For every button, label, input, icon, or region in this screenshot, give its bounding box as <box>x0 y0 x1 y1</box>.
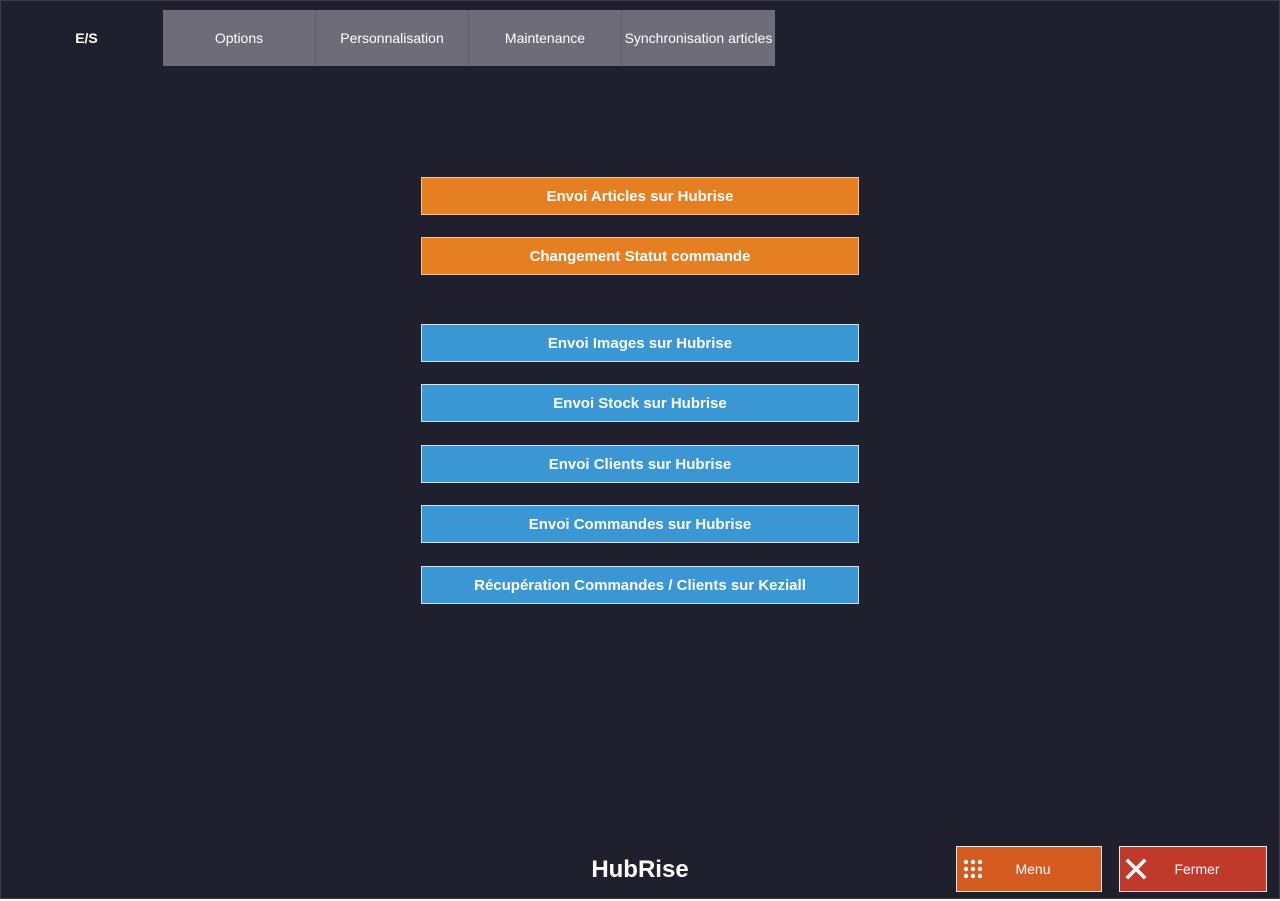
grid-icon <box>961 857 985 881</box>
tab-maintenance[interactable]: Maintenance <box>469 10 622 66</box>
tab-synchronisation-articles[interactable]: Synchronisation articles <box>622 10 775 66</box>
tab-personnalisation[interactable]: Personnalisation <box>316 10 469 66</box>
hubrise-window: E/S Options Personnalisation Maintenance… <box>0 0 1280 899</box>
send-articles-button[interactable]: Envoi Articles sur Hubrise <box>421 177 859 215</box>
tab-es[interactable]: E/S <box>10 10 163 66</box>
close-icon <box>1124 857 1148 881</box>
send-clients-button[interactable]: Envoi Clients sur Hubrise <box>421 445 859 483</box>
change-order-status-button[interactable]: Changement Statut commande <box>421 237 859 275</box>
close-button-label: Fermer <box>1174 861 1220 877</box>
send-stock-button[interactable]: Envoi Stock sur Hubrise <box>421 384 859 422</box>
menu-button-label: Menu <box>1015 861 1051 877</box>
menu-button[interactable]: Menu <box>956 846 1102 892</box>
tab-options[interactable]: Options <box>163 10 316 66</box>
send-orders-button[interactable]: Envoi Commandes sur Hubrise <box>421 505 859 543</box>
close-button[interactable]: Fermer <box>1119 846 1267 892</box>
retrieve-orders-clients-button[interactable]: Récupération Commandes / Clients sur Kez… <box>421 566 859 604</box>
send-images-button[interactable]: Envoi Images sur Hubrise <box>421 324 859 362</box>
tab-bar: E/S Options Personnalisation Maintenance… <box>10 10 775 66</box>
